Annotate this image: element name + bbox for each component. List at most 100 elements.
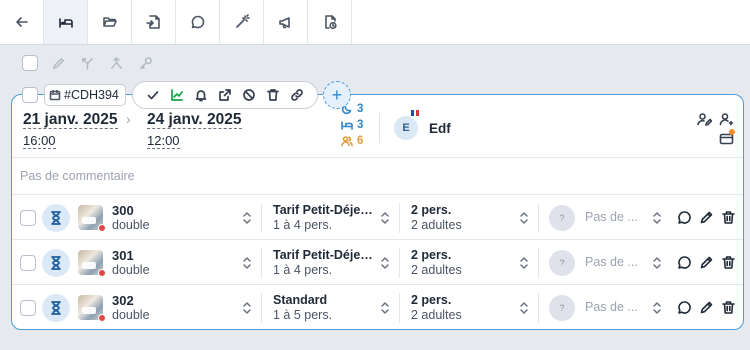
room-edit-button[interactable] xyxy=(699,300,714,315)
room-delete-button[interactable] xyxy=(721,300,736,315)
guest-select-chevron[interactable] xyxy=(653,301,661,315)
check-icon xyxy=(147,91,159,100)
bed-icon xyxy=(58,18,73,28)
guest-select[interactable]: Pas de ... xyxy=(585,300,638,314)
room-delete-button[interactable] xyxy=(721,210,736,225)
guest-select[interactable]: Pas de ... xyxy=(585,255,638,269)
rate-name[interactable]: Tarif Petit-Déjeuner xyxy=(273,203,373,217)
tab-announce[interactable] xyxy=(264,0,308,44)
status-button[interactable] xyxy=(42,249,70,277)
room-checkbox[interactable] xyxy=(20,210,36,226)
room-select-chevron[interactable] xyxy=(243,211,251,225)
back-button[interactable] xyxy=(0,0,44,44)
room-checkbox[interactable] xyxy=(20,300,36,316)
link-icon xyxy=(291,89,303,101)
pencil-icon xyxy=(700,256,713,269)
bell-icon xyxy=(195,90,207,102)
select-all-checkbox[interactable] xyxy=(22,55,38,71)
persons[interactable]: 2 pers. xyxy=(411,248,451,262)
copy-link-button[interactable] xyxy=(289,87,305,103)
tab-folder[interactable] xyxy=(88,0,132,44)
room-select-chevron[interactable] xyxy=(243,301,251,315)
tab-rooms[interactable] xyxy=(44,0,88,44)
guest-select-chevron[interactable] xyxy=(653,256,661,270)
stats-button[interactable] xyxy=(169,87,185,103)
room-comment-button[interactable] xyxy=(677,210,692,225)
guest-select-chevron[interactable] xyxy=(653,211,661,225)
checkin-time[interactable]: 16:00 xyxy=(23,133,56,149)
tab-import[interactable] xyxy=(132,0,176,44)
persons-select-chevron[interactable] xyxy=(520,301,528,315)
persons[interactable]: 2 pers. xyxy=(411,203,451,217)
cancel-booking-button[interactable] xyxy=(241,87,257,103)
guest-name: Edf xyxy=(429,120,451,136)
booking-checkbox[interactable] xyxy=(22,87,38,103)
calendar-icon xyxy=(49,90,61,101)
persons-select-chevron[interactable] xyxy=(520,256,528,270)
room-edit-button[interactable] xyxy=(699,255,714,270)
external-link-icon xyxy=(219,89,231,101)
guest-select[interactable]: Pas de ... xyxy=(585,210,638,224)
arrow-right-icon: › xyxy=(126,111,131,127)
room-edit-button[interactable] xyxy=(699,210,714,225)
room-row: 300double Tarif Petit-Déjeuner1 à 4 pers.… xyxy=(12,195,743,240)
file-import-icon xyxy=(145,15,160,29)
divider xyxy=(379,113,380,143)
rate-capacity: 1 à 4 pers. xyxy=(273,263,333,277)
add-room-button[interactable]: + xyxy=(322,81,351,109)
rate-select-chevron[interactable] xyxy=(381,301,389,315)
status-button[interactable] xyxy=(42,294,70,322)
checkout-time[interactable]: 12:00 xyxy=(147,133,180,149)
tab-magic[interactable] xyxy=(220,0,264,44)
persons-detail: 2 adultes xyxy=(411,308,462,322)
room-actions xyxy=(677,255,743,270)
guest-info[interactable]: E Edf xyxy=(394,110,451,140)
rate-name[interactable]: Standard xyxy=(273,293,373,307)
delete-booking-button[interactable] xyxy=(265,87,281,103)
user-edit-icon[interactable] xyxy=(697,112,712,127)
pencil-icon xyxy=(700,301,713,314)
room-checkbox[interactable] xyxy=(20,255,36,271)
booking-tools xyxy=(695,111,735,147)
comment-field[interactable]: Pas de commentaire xyxy=(20,169,135,183)
rate-select-chevron[interactable] xyxy=(381,256,389,270)
guest-badge[interactable]: ? xyxy=(549,295,575,321)
merge-icon xyxy=(81,57,93,70)
divider xyxy=(12,157,743,158)
room-comment-button[interactable] xyxy=(677,300,692,315)
open-external-button[interactable] xyxy=(217,87,233,103)
divider xyxy=(538,203,539,233)
tab-messages[interactable] xyxy=(176,0,220,44)
tab-history[interactable] xyxy=(308,0,352,44)
checkout-date[interactable]: 24 janv. 2025 xyxy=(147,111,242,129)
persons[interactable]: 2 pers. xyxy=(411,293,451,307)
guest-badge[interactable]: ? xyxy=(549,250,575,276)
room-number: 302 xyxy=(112,293,134,308)
pencil-icon xyxy=(52,57,64,69)
confirm-button[interactable] xyxy=(145,87,161,103)
rate-select-chevron[interactable] xyxy=(381,211,389,225)
bulk-edit-button[interactable] xyxy=(49,54,67,72)
chevron-updown-icon xyxy=(653,257,661,269)
rate-name[interactable]: Tarif Petit-Déjeuner xyxy=(273,248,373,262)
chat-icon xyxy=(678,301,691,314)
room-actions xyxy=(677,300,743,315)
bulk-key-button[interactable] xyxy=(136,54,154,72)
room-comment-button[interactable] xyxy=(677,255,692,270)
bulk-merge-button[interactable] xyxy=(78,54,96,72)
status-button[interactable] xyxy=(42,204,70,232)
bed-icon xyxy=(341,121,353,130)
key-icon xyxy=(139,56,152,69)
booking-id-badge[interactable]: #CDH394 xyxy=(44,84,126,106)
bulk-split-button[interactable] xyxy=(107,54,125,72)
user-settings-icon[interactable] xyxy=(719,112,734,127)
checkin-date[interactable]: 21 janv. 2025 xyxy=(23,111,118,129)
guest-badge[interactable]: ? xyxy=(549,205,575,231)
room-delete-button[interactable] xyxy=(721,255,736,270)
room-row: 302 double Standard 1 à 5 pers. 2 pers. 2 adu… xyxy=(12,285,743,330)
hourglass-icon xyxy=(51,301,61,315)
notify-button[interactable] xyxy=(193,87,209,103)
hourglass-icon xyxy=(51,211,61,225)
room-select-chevron[interactable] xyxy=(243,256,251,270)
persons-select-chevron[interactable] xyxy=(520,211,528,225)
